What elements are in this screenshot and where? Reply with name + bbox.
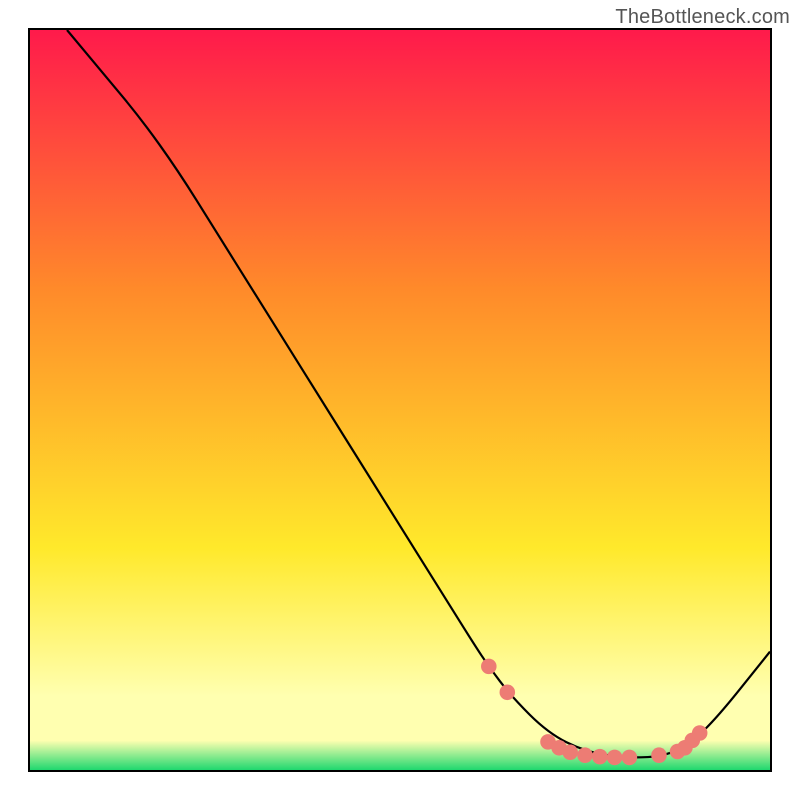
chart-frame <box>28 28 772 772</box>
data-dot <box>562 744 578 760</box>
data-dot <box>577 747 593 763</box>
data-dot <box>500 685 516 701</box>
data-dot <box>651 747 667 763</box>
data-dot <box>592 749 608 765</box>
gradient-background <box>30 30 770 770</box>
data-dot <box>692 725 708 741</box>
chart-stage: TheBottleneck.com <box>0 0 800 800</box>
data-dot <box>607 750 623 766</box>
chart-svg <box>30 30 770 770</box>
data-dot <box>622 750 638 766</box>
watermark-text: TheBottleneck.com <box>615 6 790 29</box>
data-dot <box>481 659 497 675</box>
